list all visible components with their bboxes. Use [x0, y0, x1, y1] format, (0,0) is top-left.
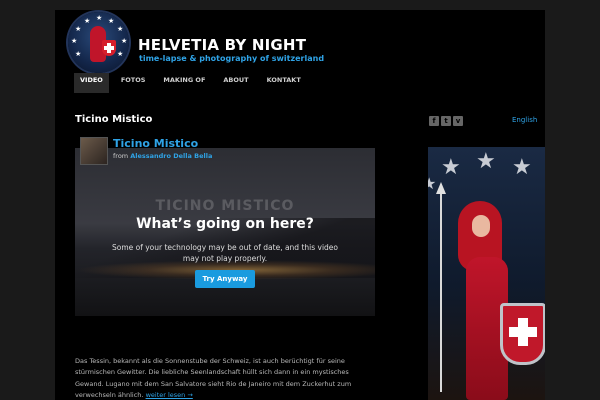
read-more-link[interactable]: weiter lesen →	[146, 391, 193, 399]
site-logo[interactable]: ★ ★ ★ ★ ★ ★ ★ ★ ★	[68, 12, 129, 73]
video-title[interactable]: Ticino Mistico	[113, 137, 212, 150]
nav-item-fotos[interactable]: FOTOS	[115, 73, 152, 93]
nav-item-kontakt[interactable]: KONTAKT	[261, 73, 307, 93]
try-anyway-button[interactable]: Try Anyway	[195, 270, 255, 288]
video-header: Ticino Mistico from Alessandro Della Bel…	[80, 137, 212, 165]
swiss-shield-icon	[102, 40, 116, 56]
twitter-icon[interactable]: t	[441, 116, 451, 126]
video-watermark: TICINO MISTICO	[155, 198, 295, 214]
nav-item-making-of[interactable]: MAKING OF	[157, 73, 211, 93]
helvetia-face	[472, 215, 490, 237]
video-error-message: Some of your technology may be out of da…	[111, 243, 339, 263]
nav-item-video[interactable]: VIDEO	[74, 73, 109, 93]
language-switch[interactable]: English	[512, 116, 537, 124]
star-icon: ★	[476, 149, 496, 174]
video-author-link[interactable]: Alessandro Della Bella	[130, 152, 212, 160]
author-avatar[interactable]	[80, 137, 108, 165]
video-byline: from Alessandro Della Bella	[113, 152, 212, 160]
facebook-icon[interactable]: f	[429, 116, 439, 126]
spear-icon	[436, 182, 446, 392]
site-tagline: time-lapse & photography of switzerland	[139, 54, 325, 63]
page-container: ★ ★ ★ ★ ★ ★ ★ ★ ★ HELVETIA BY NIGHT time…	[55, 10, 545, 400]
nav-item-about[interactable]: ABOUT	[217, 73, 254, 93]
helvetia-illustration: ★ ★ ★ ★	[428, 147, 545, 400]
video-player[interactable]: TICINO MISTICO What’s going on here? Som…	[75, 148, 375, 316]
video-description: Das Tessin, bekannt als die Sonnenstube …	[75, 356, 375, 400]
star-icon: ★	[512, 155, 532, 180]
swiss-shield-icon	[500, 303, 545, 365]
star-icon: ★	[441, 155, 461, 180]
description-text: Das Tessin, bekannt als die Sonnenstube …	[75, 356, 352, 400]
page-title: Ticino Mistico	[75, 114, 153, 125]
byline-from: from	[113, 152, 129, 160]
video-meta: Ticino Mistico from Alessandro Della Bel…	[113, 137, 212, 160]
site-title[interactable]: HELVETIA BY NIGHT	[138, 36, 306, 54]
social-links: f t v	[429, 116, 465, 126]
main-nav: VIDEO FOTOS MAKING OF ABOUT KONTAKT	[74, 73, 313, 93]
video-error-title: What’s going on here?	[136, 216, 314, 232]
vimeo-icon[interactable]: v	[453, 116, 463, 126]
